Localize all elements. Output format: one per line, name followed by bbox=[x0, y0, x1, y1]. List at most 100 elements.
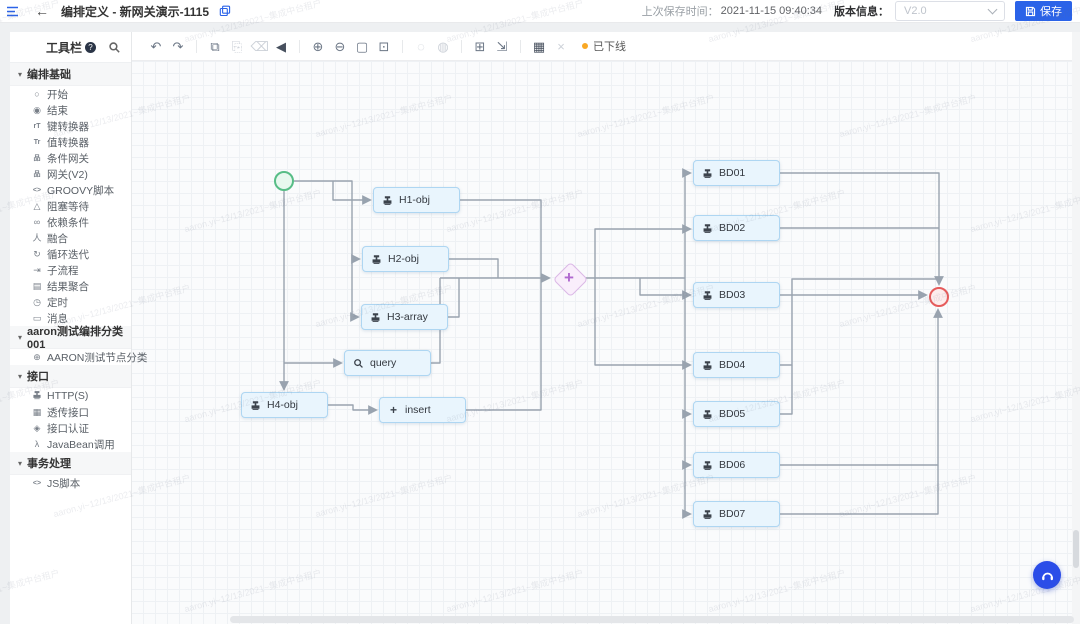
sidebar-item-groovy-script[interactable]: <> GROOVY脚本 bbox=[10, 182, 131, 198]
search-icon[interactable] bbox=[108, 41, 121, 54]
sidebar-item-timer[interactable]: ◷ 定时 bbox=[10, 294, 131, 310]
sidebar-item-key-transformer[interactable]: rT 键转换器 bbox=[10, 118, 131, 134]
beautify-icon[interactable]: ◍ bbox=[435, 40, 452, 53]
caret-down-icon: ▾ bbox=[18, 333, 22, 342]
flow-canvas[interactable]: + H1-obj H2-obj H3-array query H4-obj + … bbox=[131, 61, 1080, 624]
help-float-button[interactable] bbox=[1033, 561, 1061, 589]
sidebar-item-js-script[interactable]: <> JS脚本 bbox=[10, 475, 131, 491]
task-node-bd07[interactable]: BD07 bbox=[693, 501, 780, 527]
headset-icon bbox=[1040, 569, 1055, 582]
http-node-icon bbox=[250, 400, 261, 411]
status-label: 已下线 bbox=[593, 38, 626, 54]
http-node-icon bbox=[382, 195, 393, 206]
task-node-bd02[interactable]: BD02 bbox=[693, 215, 780, 241]
vertical-scrollbar[interactable] bbox=[1073, 530, 1079, 568]
sidebar-section-aaron-category[interactable]: ▾ aaron测试编排分类001 bbox=[10, 326, 131, 349]
sidebar-item-blocking-wait[interactable]: △ 阻塞等待 bbox=[10, 198, 131, 214]
value-transformer-icon: Tr bbox=[30, 139, 44, 146]
task-node-h1-obj[interactable]: H1-obj bbox=[373, 187, 460, 213]
sidebar-item-dependency[interactable]: ∞ 依赖条件 bbox=[10, 214, 131, 230]
sidebar-item-auth[interactable]: ◈ 接口认证 bbox=[10, 420, 131, 436]
task-node-h3-array[interactable]: H3-array bbox=[361, 304, 448, 330]
marquee-select-icon[interactable]: ⊞ bbox=[472, 40, 489, 53]
start-node[interactable] bbox=[274, 171, 294, 191]
canvas-toolbar: ↶ ↷ ⧉ ⎘ ⌫ ◀ ⊕ ⊖ ▢ ⊡ ◌ ◍ ⊞ ⇲ ▦ × 已下线 bbox=[131, 32, 1080, 61]
section-label: 接口 bbox=[27, 368, 49, 384]
sidebar-item-javabean[interactable]: λ JavaBean调用 bbox=[10, 436, 131, 452]
chevron-down-icon bbox=[988, 5, 998, 15]
sidebar-item-start[interactable]: ○ 开始 bbox=[10, 86, 131, 102]
auth-icon: ◈ bbox=[30, 424, 44, 433]
node-label: insert bbox=[405, 404, 431, 416]
sidebar-section-interface[interactable]: ▾ 接口 bbox=[10, 365, 131, 388]
node-label: BD03 bbox=[719, 289, 745, 301]
sidebar-item-gateway-v2[interactable]: 品 网关(V2) bbox=[10, 166, 131, 182]
sidebar-item-aggregate[interactable]: ▤ 结果聚合 bbox=[10, 278, 131, 294]
zoom-in-icon[interactable]: ⊕ bbox=[310, 40, 327, 53]
start-icon: ○ bbox=[30, 90, 44, 99]
horizontal-scrollbar[interactable] bbox=[230, 616, 1074, 623]
task-node-query[interactable]: query bbox=[344, 350, 431, 376]
task-node-insert[interactable]: + insert bbox=[379, 397, 466, 423]
node-label: query bbox=[370, 357, 396, 369]
redo-icon[interactable]: ↷ bbox=[170, 40, 187, 53]
save-button[interactable]: 保存 bbox=[1015, 1, 1072, 21]
version-label: 版本信息： bbox=[834, 3, 889, 19]
auto-layout-icon[interactable]: ◌ bbox=[413, 40, 430, 53]
http-node-icon bbox=[702, 509, 713, 520]
palette-title: 工具栏 bbox=[46, 39, 82, 56]
sidebar-item-value-transformer[interactable]: Tr 值转换器 bbox=[10, 134, 131, 150]
sidebar-item-subprocess[interactable]: ⇥ 子流程 bbox=[10, 262, 131, 278]
clear-icon[interactable]: × bbox=[553, 40, 570, 53]
end-node[interactable] bbox=[929, 287, 949, 307]
undo-icon[interactable]: ↶ bbox=[148, 40, 165, 53]
sidebar-item-loop[interactable]: ↻ 循环迭代 bbox=[10, 246, 131, 262]
export-image-icon[interactable]: ⇲ bbox=[494, 40, 511, 53]
sidebar-section-orchestration-basics[interactable]: ▾ 编排基础 bbox=[10, 63, 131, 86]
sidebar-item-http[interactable]: HTTP(S) bbox=[10, 388, 131, 404]
sidebar-item-aaron-node-category[interactable]: ⊕ AARON测试节点分类 bbox=[10, 349, 131, 365]
task-node-bd06[interactable]: BD06 bbox=[693, 452, 780, 478]
task-node-bd03[interactable]: BD03 bbox=[693, 282, 780, 308]
menu-icon[interactable] bbox=[6, 6, 19, 17]
task-node-bd04[interactable]: BD04 bbox=[693, 352, 780, 378]
paste-icon[interactable]: ⎘ bbox=[229, 40, 246, 53]
http-node-icon bbox=[702, 409, 713, 420]
task-node-h4-obj[interactable]: H4-obj bbox=[241, 392, 328, 418]
delete-icon[interactable]: ⌫ bbox=[251, 40, 268, 53]
grid-icon[interactable]: ▦ bbox=[531, 40, 548, 53]
sidebar-item-condition-gateway[interactable]: 品 条件网关 bbox=[10, 150, 131, 166]
message-icon: ▭ bbox=[30, 314, 44, 323]
node-label: BD04 bbox=[719, 359, 745, 371]
condition-gateway-icon: 品 bbox=[30, 155, 44, 162]
sidebar-item-passthrough[interactable]: ▦ 透传接口 bbox=[10, 404, 131, 420]
fit-screen-icon[interactable]: ▢ bbox=[354, 40, 371, 53]
zoom-out-icon[interactable]: ⊖ bbox=[332, 40, 349, 53]
task-node-bd05[interactable]: BD05 bbox=[693, 401, 780, 427]
plus-node-icon: + bbox=[388, 404, 399, 416]
edges-layer bbox=[131, 61, 1080, 624]
task-node-h2-obj[interactable]: H2-obj bbox=[362, 246, 449, 272]
actual-size-icon[interactable]: ⊡ bbox=[376, 40, 393, 53]
sidebar-item-end[interactable]: ◉ 结束 bbox=[10, 102, 131, 118]
last-saved-time: 2021-11-15 09:40:34 bbox=[721, 5, 822, 17]
help-badge[interactable]: ? bbox=[85, 42, 96, 53]
caret-down-icon: ▾ bbox=[18, 372, 22, 381]
sidebar-item-merge[interactable]: 人 融合 bbox=[10, 230, 131, 246]
node-label: BD01 bbox=[719, 167, 745, 179]
caret-down-icon: ▾ bbox=[18, 70, 22, 79]
gateway-plus-icon[interactable]: + bbox=[557, 266, 581, 290]
javabean-icon: λ bbox=[30, 440, 44, 449]
version-select[interactable]: V2.0 bbox=[895, 1, 1005, 21]
back-arrow-icon[interactable]: ← bbox=[35, 4, 49, 18]
groovy-script-icon: <> bbox=[30, 187, 44, 194]
node-label: BD05 bbox=[719, 408, 745, 420]
dependency-icon: ∞ bbox=[30, 218, 44, 227]
pointer-icon[interactable]: ◀ bbox=[273, 40, 290, 53]
copy-title-icon[interactable] bbox=[219, 5, 231, 17]
task-node-bd01[interactable]: BD01 bbox=[693, 160, 780, 186]
sidebar-section-transaction[interactable]: ▾ 事务处理 bbox=[10, 452, 131, 475]
http-node-icon bbox=[702, 223, 713, 234]
node-label: BD06 bbox=[719, 459, 745, 471]
copy-icon[interactable]: ⧉ bbox=[207, 40, 224, 53]
